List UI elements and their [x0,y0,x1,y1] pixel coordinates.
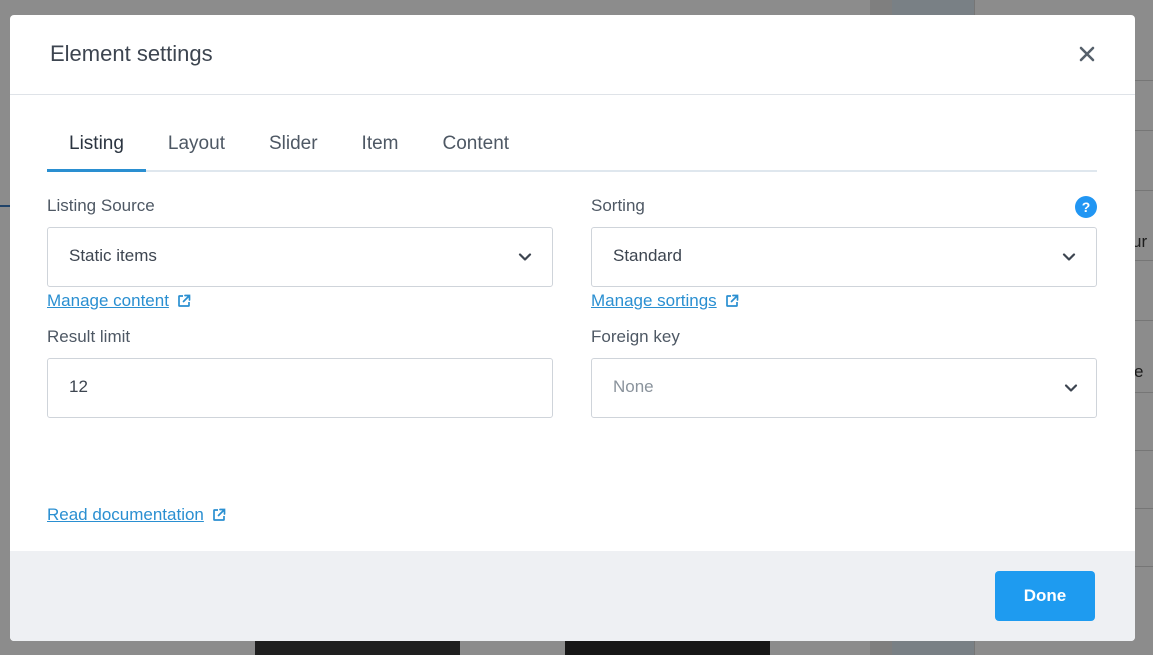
settings-tabs: Listing Layout Slider Item Content [47,127,1097,172]
chevron-down-icon [1062,253,1076,261]
result-limit-input[interactable]: 12 [47,358,553,418]
external-link-icon [178,294,191,307]
manage-content-link-label: Manage content [47,291,169,310]
manage-sortings-link-label: Manage sortings [591,291,717,310]
chevron-down-icon [1064,384,1078,392]
tab-listing[interactable]: Listing [47,127,146,172]
tab-slider[interactable]: Slider [247,127,340,172]
sorting-select[interactable]: Standard [591,227,1097,287]
tab-layout[interactable]: Layout [146,127,247,172]
listing-source-select[interactable]: Static items [47,227,553,287]
listing-source-label: Listing Source [47,196,155,215]
external-link-icon [213,508,226,521]
dialog-header: Element settings [10,15,1135,95]
tab-content[interactable]: Content [421,127,532,172]
chevron-down-icon [518,253,532,261]
foreign-key-select[interactable]: None [591,358,1097,418]
external-link-icon [725,294,739,307]
dialog-title: Element settings [50,41,213,66]
sorting-value: Standard [613,246,682,265]
help-icon[interactable]: ? [1075,196,1097,218]
dialog-footer: Done [10,551,1135,641]
close-icon[interactable] [1075,41,1099,65]
manage-content-link[interactable]: Manage content [47,291,191,311]
sorting-label: Sorting [591,196,645,215]
done-button[interactable]: Done [995,571,1095,621]
read-documentation-link-label: Read documentation [47,505,204,524]
foreign-key-label: Foreign key [591,327,680,346]
result-limit-value: 12 [69,377,88,396]
element-settings-dialog: Element settings Listing Layout Slider I… [10,15,1135,641]
manage-sortings-link[interactable]: Manage sortings [591,291,739,311]
listing-source-value: Static items [69,246,157,265]
read-documentation-link[interactable]: Read documentation [47,505,226,525]
result-limit-label: Result limit [47,327,131,346]
tab-item[interactable]: Item [340,127,421,172]
foreign-key-value: None [613,377,654,396]
